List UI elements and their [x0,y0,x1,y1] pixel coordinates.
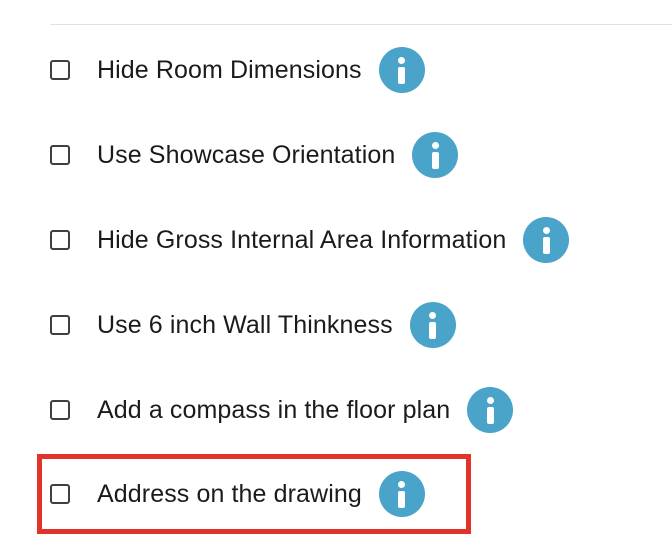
use-6-inch-wall-checkbox[interactable] [50,315,70,335]
option-hide-gross-internal-area: Hide Gross Internal Area Information [50,215,570,265]
option-label: Address on the drawing [97,479,362,508]
option-label: Use 6 inch Wall Thinkness [97,310,393,339]
option-use-6-inch-wall: Use 6 inch Wall Thinkness [50,300,456,350]
option-label: Add a compass in the floor plan [97,395,451,424]
hide-room-dimensions-checkbox[interactable] [50,60,70,80]
option-label: Hide Gross Internal Area Information [97,225,507,254]
option-add-compass: Add a compass in the floor plan [50,385,514,435]
hide-gross-internal-area-checkbox[interactable] [50,230,70,250]
address-on-drawing-checkbox[interactable] [50,484,70,504]
option-label: Hide Room Dimensions [97,55,362,84]
info-icon[interactable] [467,387,514,433]
info-icon[interactable] [412,132,459,178]
option-address-on-drawing: Address on the drawing [50,469,425,519]
info-icon[interactable] [523,217,570,263]
info-icon[interactable] [378,47,425,93]
top-divider [50,24,672,25]
info-icon[interactable] [378,471,425,517]
option-hide-room-dimensions: Hide Room Dimensions [50,45,425,95]
option-label: Use Showcase Orientation [97,140,396,169]
info-icon[interactable] [409,302,456,348]
use-showcase-orientation-checkbox[interactable] [50,145,70,165]
option-use-showcase-orientation: Use Showcase Orientation [50,130,459,180]
add-compass-checkbox[interactable] [50,400,70,420]
